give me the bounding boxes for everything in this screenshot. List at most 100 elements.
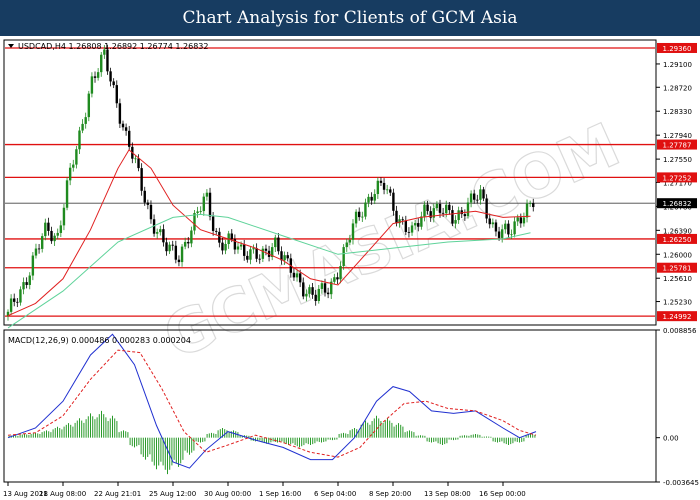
- candle-body: [339, 266, 342, 280]
- macd-main-line: [7, 333, 537, 469]
- candle-body: [472, 193, 476, 200]
- time-tick-label: 6 Sep 04:00: [314, 490, 356, 498]
- price-tick-label: 1.27550: [663, 156, 692, 164]
- candle-body: [224, 244, 227, 251]
- candle-body: [205, 192, 209, 197]
- candle-body: [401, 219, 404, 221]
- candle-body: [311, 287, 314, 295]
- candle-body: [87, 93, 91, 118]
- macd-indicator: 0.008856 0.00 -0.003645: [7, 327, 699, 487]
- candle-body: [190, 230, 193, 244]
- candle-body: [423, 204, 426, 217]
- time-tick-label: 8 Sep 20:00: [369, 490, 411, 498]
- candle-body: [354, 211, 358, 224]
- candle-body: [392, 192, 395, 211]
- candle-body: [112, 81, 115, 86]
- time-tick-label: 25 Aug 12:00: [149, 490, 196, 498]
- candle-body: [342, 247, 345, 267]
- candle-body: [345, 242, 348, 248]
- candle-body: [504, 223, 507, 230]
- candle-body: [187, 241, 190, 244]
- candle-body: [180, 246, 184, 263]
- candle-body: [106, 49, 109, 72]
- candle-body: [34, 248, 38, 256]
- candle-body: [22, 282, 25, 290]
- candle-body: [134, 158, 137, 160]
- candle-body: [68, 167, 72, 181]
- macd-tick-label: 0.008856: [663, 327, 697, 335]
- candle-body: [202, 196, 206, 212]
- candle-body: [494, 222, 498, 232]
- price-tick-label: 1.25230: [663, 299, 692, 307]
- candle-body: [488, 218, 491, 225]
- candle-body: [326, 292, 330, 295]
- candle-body: [373, 194, 376, 201]
- candle-body: [460, 210, 463, 215]
- candle-body: [121, 123, 125, 128]
- candle-body: [445, 204, 448, 214]
- candle-body: [28, 275, 31, 285]
- candle-body: [143, 190, 146, 203]
- candle-body: [302, 282, 305, 297]
- candle-body: [395, 210, 398, 224]
- candle-body: [159, 229, 162, 233]
- candle-body: [118, 103, 122, 124]
- candle-body: [500, 229, 504, 238]
- time-tick-label: 30 Aug 00:00: [204, 490, 251, 498]
- candle-body: [25, 282, 28, 285]
- candle-body: [382, 182, 386, 190]
- candle-body: [115, 85, 118, 104]
- candle-body: [258, 258, 261, 260]
- candle-body: [9, 298, 13, 312]
- candle-body: [522, 217, 526, 224]
- candle-body: [174, 245, 178, 260]
- candle-body: [124, 127, 128, 131]
- time-tick-label: 16 Sep 00:00: [479, 490, 526, 498]
- candle-body: [90, 76, 94, 94]
- candle-body: [485, 198, 488, 219]
- trading-chart: GCMASIA.COM 1.291001.287201.283301.27940…: [3, 39, 699, 498]
- candle-body: [78, 130, 81, 150]
- candle-body: [199, 211, 202, 212]
- candle-body: [528, 203, 532, 204]
- price-tick-label: 1.28330: [663, 108, 692, 116]
- time-tick-label: 22 Aug 21:01: [94, 490, 141, 498]
- candle-body: [149, 204, 153, 220]
- level-label: 1.24992: [663, 313, 692, 321]
- candle-body: [75, 149, 78, 165]
- candle-body: [286, 255, 289, 259]
- macd-tick-label: -0.003645: [663, 479, 699, 487]
- current-price-label: 1.26832: [663, 200, 692, 208]
- candle-body: [361, 216, 364, 218]
- candle-body: [497, 231, 501, 238]
- candle-body: [140, 168, 143, 191]
- candle-body: [100, 54, 103, 73]
- candle-body: [448, 204, 451, 211]
- price-tick-label: 1.28720: [663, 84, 692, 92]
- candle-body: [457, 210, 460, 221]
- candle-body: [519, 217, 523, 224]
- candle-body: [264, 248, 268, 251]
- candle-body: [211, 216, 215, 231]
- candle-body: [292, 272, 296, 278]
- level-label: 1.27787: [663, 142, 692, 150]
- level-label: 1.25781: [663, 265, 692, 273]
- candle-body: [364, 202, 367, 217]
- candle-body: [367, 196, 370, 203]
- price-tick-label: 1.29100: [663, 61, 692, 69]
- candle-body: [261, 248, 265, 259]
- candle-body: [510, 234, 513, 236]
- candle-body: [146, 202, 150, 205]
- time-tick-label: 18 Aug 08:00: [39, 490, 86, 498]
- candle-body: [305, 293, 308, 297]
- price-tick-label: 1.25610: [663, 275, 692, 283]
- candle-body: [413, 223, 417, 226]
- candle-body: [230, 233, 233, 240]
- level-label: 1.26250: [663, 236, 692, 244]
- level-label: 1.27252: [663, 174, 692, 182]
- chart-banner: Chart Analysis for Clients of GCM Asia: [0, 0, 700, 36]
- candle-body: [218, 231, 221, 243]
- candle-body: [389, 189, 392, 193]
- time-axis: 13 Aug 202118 Aug 08:00 22 Aug 21:01 25 Au…: [3, 482, 526, 498]
- candle-body: [165, 242, 168, 252]
